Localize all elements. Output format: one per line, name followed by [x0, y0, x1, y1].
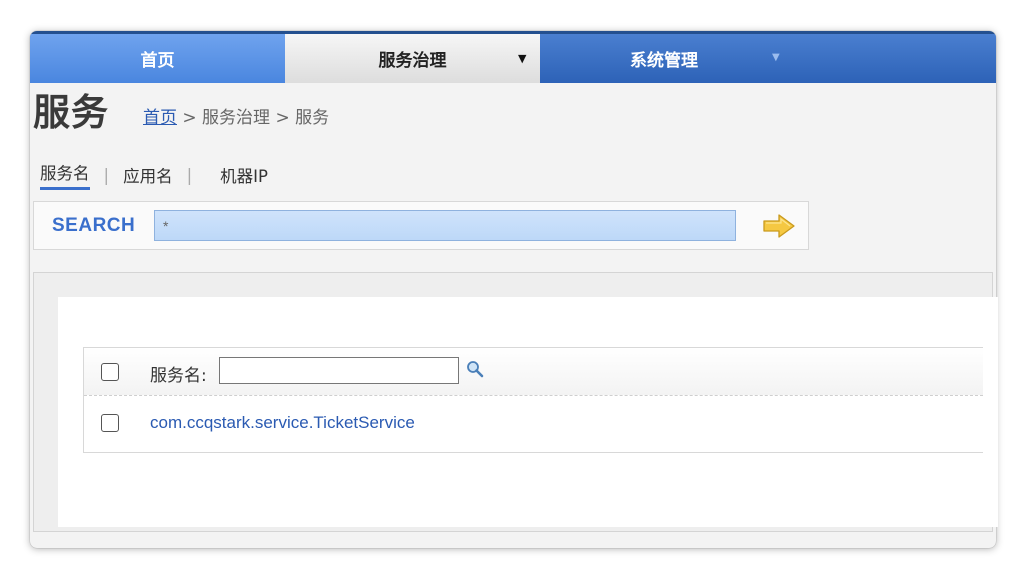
select-all-checkbox[interactable]: [101, 363, 119, 381]
top-nav: 首页 服务治理 ▼ 系统管理 ▼: [30, 31, 996, 83]
service-link[interactable]: com.ccqstark.service.TicketService: [150, 413, 415, 433]
tab-separator: |: [103, 165, 110, 185]
chevron-down-icon: ▼: [772, 52, 780, 63]
filter-label: 服务名:: [150, 366, 207, 386]
tab-service-name[interactable]: 服务名: [40, 160, 90, 190]
search-bar: SEARCH: [33, 201, 809, 250]
nav-home-label: 首页: [140, 51, 175, 71]
tab-machine-ip[interactable]: 机器IP: [220, 163, 268, 187]
table-row: com.ccqstark.service.TicketService: [84, 396, 983, 452]
chevron-down-icon: ▼: [518, 52, 527, 65]
page-title: 服务: [33, 91, 109, 134]
nav-item-service-governance[interactable]: 服务治理 ▼: [285, 34, 540, 83]
tab-separator: |: [186, 165, 193, 185]
search-input[interactable]: [154, 210, 736, 241]
tab-application-name[interactable]: 应用名: [123, 163, 173, 187]
row-checkbox[interactable]: [101, 414, 119, 432]
breadcrumb-home-link[interactable]: 首页: [143, 103, 177, 128]
list-header: 服务名:: [84, 348, 983, 396]
service-name-filter-input[interactable]: [219, 357, 459, 384]
nav-item-system-management[interactable]: 系统管理 ▼: [540, 34, 996, 83]
nav-item-home[interactable]: 首页: [30, 34, 285, 83]
breadcrumb: 首页 > 服务治理 > 服务: [143, 103, 329, 128]
search-icon[interactable]: [465, 359, 485, 379]
nav-service-governance-label: 服务治理: [378, 51, 447, 71]
service-list-table: 服务名: com.ccqstark.service.TicketService: [83, 347, 983, 453]
search-label: SEARCH: [52, 215, 136, 236]
nav-system-management-label: 系统管理: [630, 51, 698, 71]
search-type-tabs: 服务名 | 应用名 | 机器IP: [40, 160, 268, 190]
breadcrumb-trail: > 服务治理 > 服务: [177, 108, 330, 128]
arrow-right-icon[interactable]: [761, 212, 797, 240]
